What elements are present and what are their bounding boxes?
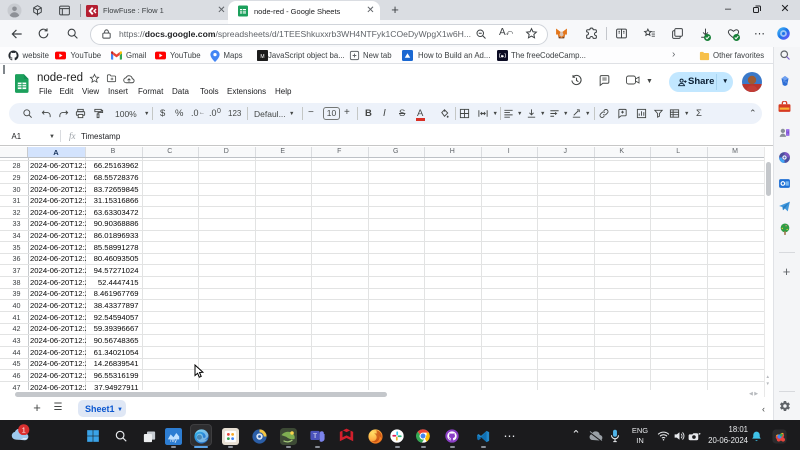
svg-text:my: my (170, 439, 177, 444)
svg-text:1: 1 (22, 425, 26, 434)
svg-text:T: T (313, 432, 317, 439)
svg-text:M: M (260, 54, 264, 60)
